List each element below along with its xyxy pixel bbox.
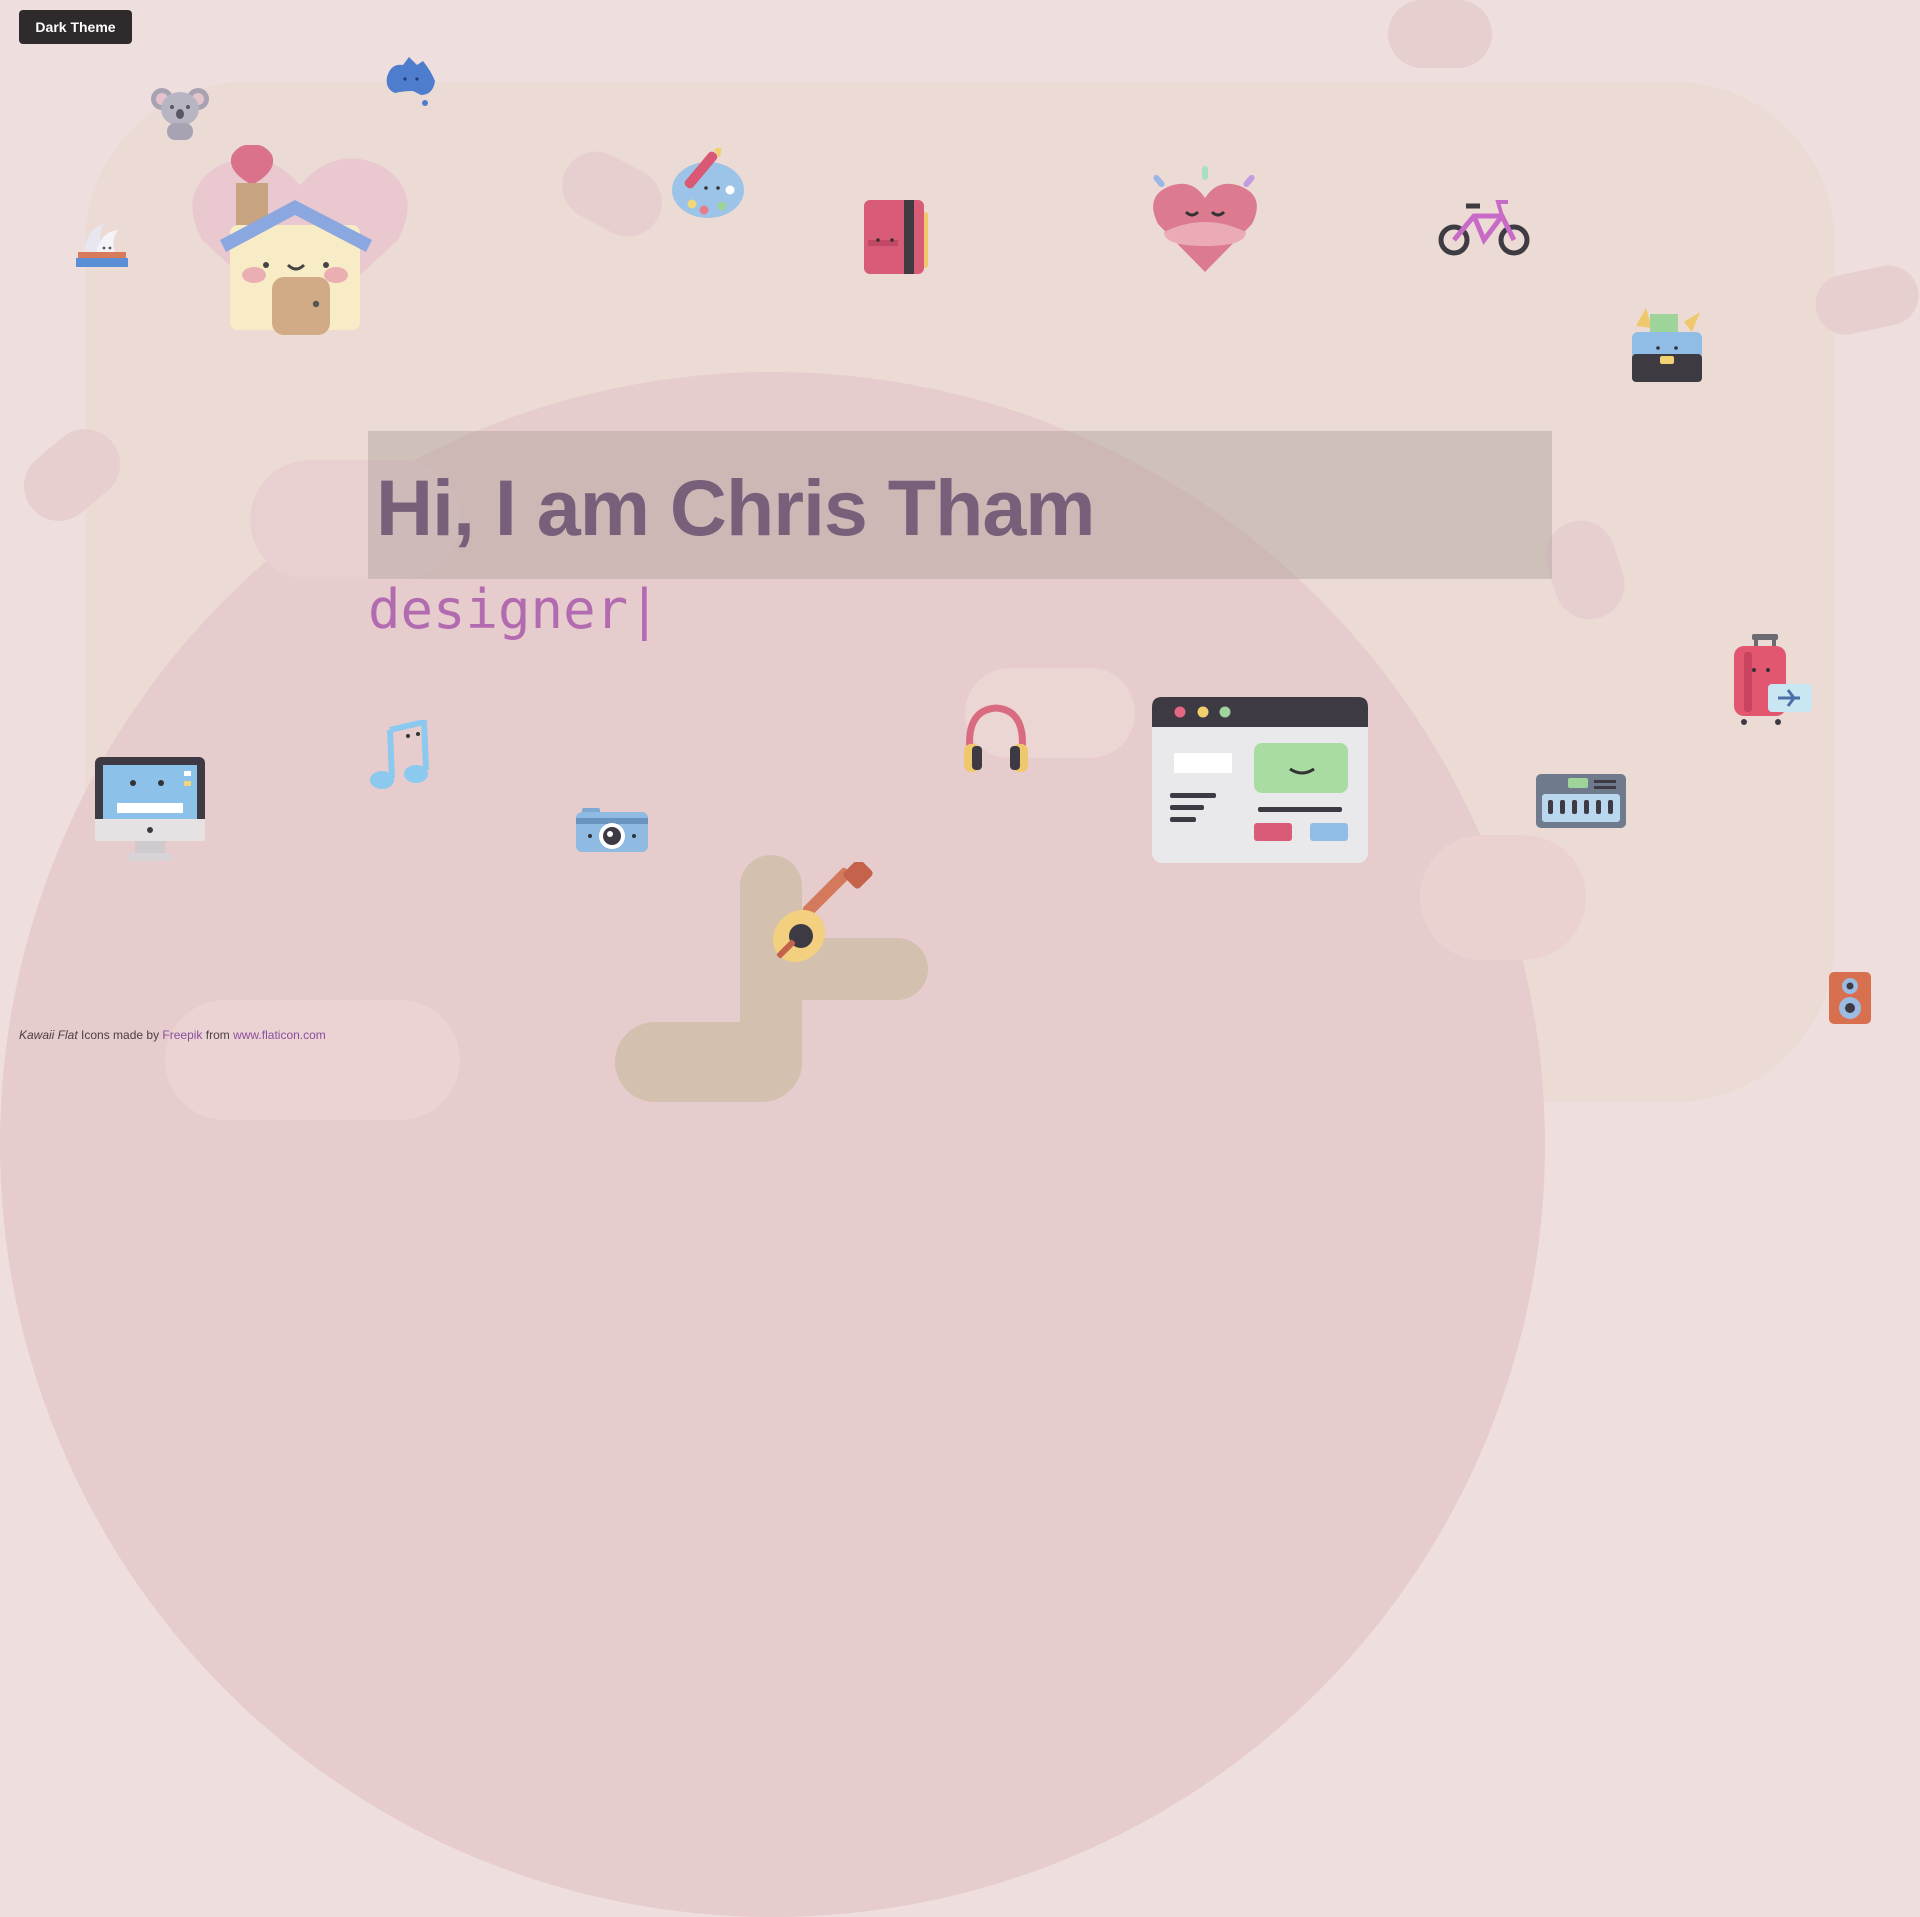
tree-branch [615,1022,802,1102]
typed-role: designer| [368,578,661,641]
credits-pack-name: Kawaii Flat [19,1028,78,1042]
home-heart-icon [192,145,408,335]
headphones-icon [964,704,1028,772]
background-blob [1420,835,1586,960]
background-circle [0,372,1545,1917]
camera-icon [576,808,648,852]
credits-text: Icons made by [77,1028,163,1042]
typing-cursor: | [628,578,661,641]
music-note-icon [370,720,429,789]
icon-credits: Kawaii Flat Icons made by Freepik from w… [19,1028,326,1042]
bicycle-icon [1438,200,1530,256]
browser-window-icon [1152,697,1368,863]
credits-text: from [202,1028,234,1042]
keyboard-icon [1536,774,1626,828]
dark-theme-button[interactable]: Dark Theme [19,10,132,44]
flaticon-link[interactable]: www.flaticon.com [233,1028,326,1042]
hero-title: Hi, I am Chris Tham [376,463,1096,552]
guitar-icon [772,862,873,963]
monitor-icon [95,757,205,861]
opera-house-icon [76,224,128,267]
background-blob [165,1000,460,1120]
background-blob [1388,0,1492,68]
koala-icon [151,88,209,140]
hugging-heart-icon [1153,166,1257,272]
briefcase-icon [1632,308,1702,382]
sketchbook-icon [864,200,928,274]
australia-map-icon [386,57,435,106]
palette-icon [672,148,744,218]
freepik-link[interactable]: Freepik [162,1028,202,1042]
luggage-icon [1734,634,1812,725]
role-text: designer [368,578,629,641]
speaker-icon [1829,972,1871,1024]
